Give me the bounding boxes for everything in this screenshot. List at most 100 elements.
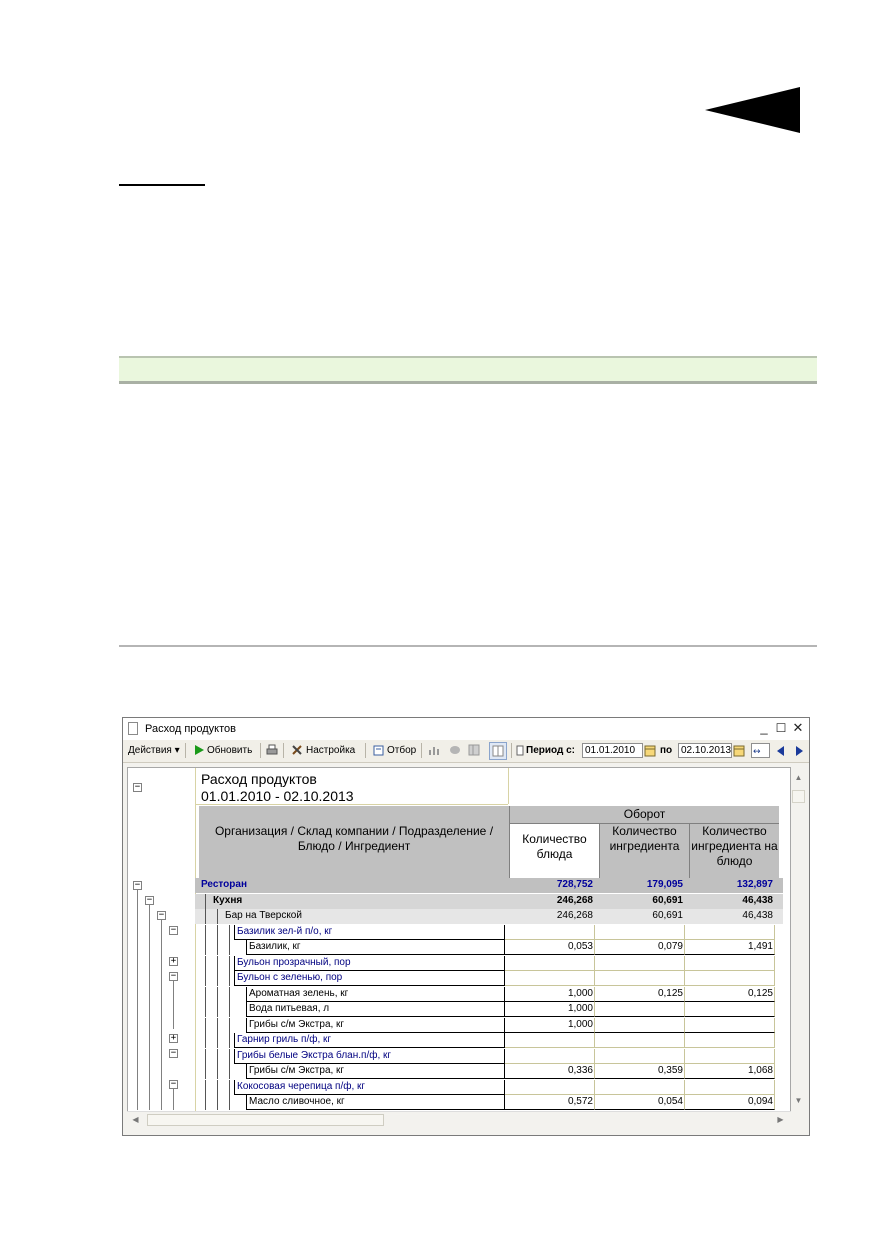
print-icon[interactable] bbox=[266, 744, 278, 756]
table-row[interactable]: Масло сливочное, кг 0,572 0,054 0,094 bbox=[195, 1095, 783, 1110]
value-cell bbox=[505, 1033, 595, 1048]
row-value-qty-dish: 728,752 bbox=[556, 879, 593, 890]
vertical-scrollbar[interactable]: ▲ ▼ bbox=[791, 767, 806, 1112]
period-range-button[interactable]: ↔ bbox=[751, 743, 770, 758]
indent-guide bbox=[217, 940, 218, 955]
collapse-icon[interactable]: − bbox=[145, 896, 154, 905]
settings-button[interactable]: Настройка bbox=[306, 745, 355, 756]
grid-icon[interactable] bbox=[468, 744, 480, 756]
collapse-icon[interactable]: − bbox=[157, 911, 166, 920]
chart-icon[interactable] bbox=[428, 744, 440, 756]
table-row[interactable]: Бар на Тверской 246,268 60,691 46,438 bbox=[195, 909, 783, 924]
value-cell bbox=[685, 1017, 775, 1033]
table-row[interactable]: Бульон прозрачный, пор bbox=[195, 955, 783, 971]
value-cell bbox=[685, 971, 775, 986]
report-title: Расход продуктов bbox=[201, 771, 317, 787]
expand-icon[interactable]: + bbox=[169, 1034, 178, 1043]
collapse-icon[interactable]: − bbox=[169, 926, 178, 935]
tools-icon[interactable] bbox=[291, 744, 303, 756]
scroll-left-icon[interactable]: ◀ bbox=[129, 1113, 142, 1126]
range-icon: ↔ bbox=[753, 747, 761, 757]
scroll-down-icon[interactable]: ▼ bbox=[792, 1094, 805, 1107]
close-icon[interactable]: ✕ bbox=[790, 720, 806, 736]
indent-guide bbox=[217, 955, 218, 971]
table-row[interactable]: Грибы белые Экстра блан.п/ф, кг bbox=[195, 1048, 783, 1064]
toolbar-separator bbox=[511, 743, 512, 758]
scroll-up-icon[interactable]: ▲ bbox=[792, 771, 805, 784]
table-row[interactable]: Грибы с/м Экстра, кг 1,000 bbox=[195, 1017, 783, 1033]
indent-guide bbox=[217, 1002, 218, 1017]
value-cell bbox=[505, 1079, 595, 1095]
refresh-button[interactable]: Обновить bbox=[207, 745, 252, 756]
period-from-input[interactable]: 01.01.2010 bbox=[582, 743, 643, 758]
row-value-qty-per: 0,125 bbox=[747, 987, 773, 999]
scroll-thumb[interactable] bbox=[792, 790, 805, 803]
next-period-icon[interactable] bbox=[793, 745, 805, 757]
minimize-icon[interactable]: _ bbox=[756, 720, 772, 736]
table-row[interactable]: Кухня 246,268 60,691 46,438 bbox=[195, 893, 783, 909]
row-value-qty-ingr: 0,054 bbox=[657, 1096, 683, 1107]
indent-guide bbox=[205, 1095, 206, 1110]
collapse-icon[interactable]: − bbox=[169, 972, 178, 981]
row-label: Ароматная зелень, кг bbox=[249, 987, 349, 999]
toolbar-separator bbox=[260, 743, 261, 758]
period-to-label: по bbox=[660, 745, 673, 756]
collapse-icon[interactable]: − bbox=[133, 881, 142, 890]
value-cell bbox=[595, 924, 685, 940]
filter-button[interactable]: Отбор bbox=[387, 745, 416, 756]
group-column-header: Организация / Склад компании / Подраздел… bbox=[214, 824, 494, 853]
layout-icon[interactable] bbox=[489, 742, 507, 760]
window-title: Расход продуктов bbox=[145, 723, 236, 735]
value-cell bbox=[685, 1002, 775, 1017]
collapse-icon[interactable]: − bbox=[133, 783, 142, 792]
scroll-thumb[interactable] bbox=[147, 1114, 384, 1126]
title-divider bbox=[508, 768, 509, 804]
row-label: Грибы с/м Экстра, кг bbox=[249, 1018, 345, 1030]
row-value-qty-per: 132,897 bbox=[736, 879, 773, 890]
row-label: Масло сливочное, кг bbox=[249, 1096, 345, 1107]
scroll-right-icon[interactable]: ▶ bbox=[774, 1113, 787, 1126]
table-row[interactable]: Базилик зел-й п/о, кг bbox=[195, 924, 783, 940]
collapse-icon[interactable]: − bbox=[169, 1049, 178, 1058]
prev-period-icon[interactable] bbox=[775, 745, 787, 757]
disk-icon[interactable] bbox=[449, 744, 461, 756]
expand-icon[interactable]: + bbox=[169, 957, 178, 966]
table-row[interactable]: Ресторан 728,752 179,095 132,897 bbox=[195, 878, 783, 893]
filter-icon[interactable] bbox=[373, 744, 385, 756]
report-spreadsheet: − − − − − + − + − − Расход продуктов 01.… bbox=[127, 767, 791, 1112]
indent-guide bbox=[217, 1033, 218, 1048]
horizontal-scrollbar[interactable]: ◀ ▶ bbox=[127, 1111, 791, 1127]
value-cell bbox=[595, 1002, 685, 1017]
calendar-icon[interactable] bbox=[644, 745, 656, 757]
row-value-qty-ingr: 0,359 bbox=[657, 1065, 683, 1076]
table-row[interactable]: Вода питьевая, л 1,000 bbox=[195, 1002, 783, 1017]
row-label: Кокосовая черепица п/ф, кг bbox=[237, 1080, 366, 1092]
indent-guide bbox=[229, 971, 230, 986]
actions-label: Действия bbox=[128, 745, 172, 756]
actions-menu[interactable]: Действия ▾ bbox=[128, 745, 180, 756]
table-row[interactable]: Ароматная зелень, кг 1,000 0,125 0,125 bbox=[195, 986, 783, 1002]
table-row[interactable]: Грибы с/м Экстра, кг 0,336 0,359 1,068 bbox=[195, 1064, 783, 1079]
value-cell bbox=[505, 955, 595, 971]
value-cell bbox=[685, 1048, 775, 1064]
row-value-qty-dish: 1,000 bbox=[567, 1018, 593, 1030]
indent-guide bbox=[217, 1064, 218, 1079]
underline-rule bbox=[119, 184, 205, 186]
indent-guide bbox=[229, 940, 230, 955]
play-icon[interactable] bbox=[193, 744, 205, 756]
period-from-label: Период с: bbox=[526, 745, 575, 756]
value-cell bbox=[595, 971, 685, 986]
collapse-icon[interactable]: − bbox=[169, 1080, 178, 1089]
value-cell bbox=[595, 1033, 685, 1048]
calendar-icon[interactable] bbox=[733, 745, 745, 757]
table-row[interactable]: Кокосовая черепица п/ф, кг bbox=[195, 1079, 783, 1095]
table-row[interactable]: Бульон с зеленью, пор bbox=[195, 971, 783, 986]
row-label: Кухня bbox=[213, 894, 243, 906]
value-cell bbox=[505, 924, 595, 940]
section-divider bbox=[119, 645, 817, 647]
maximize-icon[interactable]: ☐ bbox=[773, 720, 789, 736]
period-to-input[interactable]: 02.10.2013 bbox=[678, 743, 732, 758]
value-cell bbox=[685, 1079, 775, 1095]
table-row[interactable]: Гарнир гриль п/ф, кг bbox=[195, 1033, 783, 1048]
table-row[interactable]: Базилик, кг 0,053 0,079 1,491 bbox=[195, 940, 783, 955]
